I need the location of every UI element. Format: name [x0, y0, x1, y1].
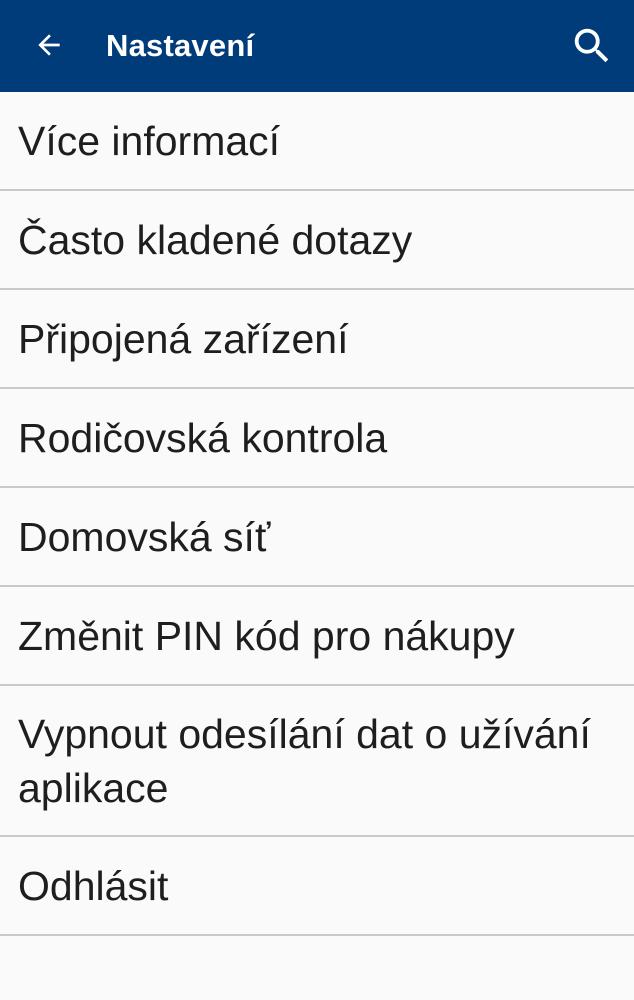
- settings-item-label: Odhlásit: [18, 862, 169, 909]
- app-toolbar: Nastavení: [0, 0, 634, 92]
- settings-item-logout[interactable]: Odhlásit: [0, 837, 634, 936]
- search-button[interactable]: [562, 16, 622, 76]
- settings-item-label: Rodičovská kontrola: [18, 414, 388, 461]
- arrow-left-icon: [38, 34, 60, 56]
- settings-screen: Nastavení Více informací Často kladené d…: [0, 0, 634, 1000]
- settings-item-label: Více informací: [18, 117, 281, 164]
- settings-item-label: Změnit PIN kód pro nákupy: [18, 612, 515, 659]
- settings-item-label: Často kladené dotazy: [18, 216, 413, 263]
- settings-item-parental-control[interactable]: Rodičovská kontrola: [0, 389, 634, 488]
- settings-item-connected-devices[interactable]: Připojená zařízení: [0, 290, 634, 389]
- settings-item-disable-usage-data[interactable]: Vypnout odesílání dat o užívání aplikace: [0, 686, 634, 837]
- settings-item-label: Připojená zařízení: [18, 315, 349, 362]
- settings-item-more-info[interactable]: Více informací: [0, 92, 634, 191]
- search-icon: [574, 28, 609, 63]
- settings-item-home-network[interactable]: Domovská síť: [0, 488, 634, 587]
- page-title: Nastavení: [106, 28, 255, 63]
- settings-item-label: Vypnout odesílání dat o užívání aplikace: [18, 710, 591, 811]
- back-button[interactable]: [22, 20, 76, 70]
- settings-list: Více informací Často kladené dotazy Přip…: [0, 92, 634, 936]
- settings-item-label: Domovská síť: [18, 513, 271, 560]
- settings-item-change-pin[interactable]: Změnit PIN kód pro nákupy: [0, 587, 634, 686]
- settings-item-faq[interactable]: Často kladené dotazy: [0, 191, 634, 290]
